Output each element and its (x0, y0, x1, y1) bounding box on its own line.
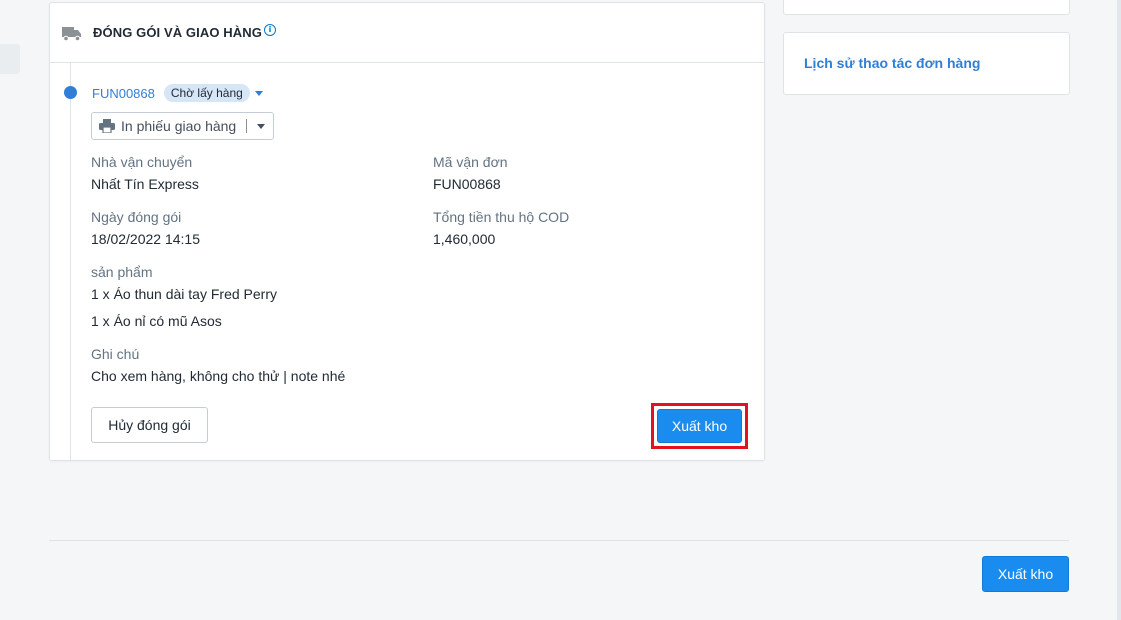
footer-divider (49, 540, 1069, 541)
footer-export-warehouse-button[interactable]: Xuất kho (982, 556, 1069, 592)
print-button-separator (246, 119, 248, 133)
left-edge-tab (0, 44, 20, 74)
cod-value: 1,460,000 (433, 231, 496, 247)
cancel-packing-button[interactable]: Hủy đóng gói (91, 407, 208, 443)
packed-date-field: Ngày đóng gói 18/02/2022 14:15 (91, 208, 200, 248)
cod-label: Tổng tiền thu hộ COD (433, 209, 570, 225)
print-dropdown-caret-icon[interactable] (257, 123, 266, 129)
cod-field: Tổng tiền thu hộ COD 1,460,000 (433, 208, 569, 248)
print-button-label: In phiếu giao hàng (121, 118, 237, 134)
fulfillment-header-row: FUN00868 Chờ lấy hàng (92, 83, 263, 103)
note-label: Ghi chú (91, 346, 140, 362)
tracking-label: Mã vận đơn (433, 154, 508, 170)
print-shipping-slip-button[interactable]: In phiếu giao hàng (91, 112, 274, 140)
product-line-item: 1 x Áo thun dài tay Fred Perry (91, 286, 277, 302)
carrier-value: Nhất Tín Express (91, 176, 199, 192)
printer-icon (99, 119, 115, 134)
packed-date-label: Ngày đóng gói (91, 209, 182, 225)
truck-icon (61, 24, 83, 42)
export-warehouse-button[interactable]: Xuất kho (657, 409, 742, 443)
info-icon[interactable]: i (263, 23, 276, 36)
carrier-field: Nhà vận chuyển Nhất Tín Express (91, 153, 199, 193)
packed-date-value: 18/02/2022 14:15 (91, 231, 200, 247)
timeline-dot (64, 86, 77, 99)
fulfillment-card: ĐÓNG GÓI VÀ GIAO HÀNG i FUN00868 Chờ lấy… (49, 2, 765, 461)
products-field: sản phẩm 1 x Áo thun dài tay Fred Perry … (91, 263, 277, 330)
order-history-link[interactable]: Lịch sử thao tác đơn hàng (804, 55, 980, 71)
tracking-field: Mã vận đơn FUN00868 (433, 153, 508, 193)
status-badge: Chờ lấy hàng (163, 84, 250, 102)
right-top-card (783, 0, 1070, 15)
caret-down-icon[interactable] (254, 90, 263, 96)
fulfillment-code-link[interactable]: FUN00868 (92, 86, 155, 101)
order-history-card: Lịch sử thao tác đơn hàng (783, 32, 1070, 95)
products-label: sản phẩm (91, 264, 153, 280)
card-header: ĐÓNG GÓI VÀ GIAO HÀNG i (50, 3, 764, 63)
timeline-line (70, 63, 71, 460)
scrollbar-track[interactable] (1117, 0, 1121, 620)
note-value: Cho xem hàng, không cho thử | note nhé (91, 368, 346, 384)
carrier-label: Nhà vận chuyển (91, 154, 193, 170)
card-title: ĐÓNG GÓI VÀ GIAO HÀNG (93, 25, 262, 40)
note-field: Ghi chú Cho xem hàng, không cho thử | no… (91, 345, 345, 385)
tracking-value: FUN00868 (433, 176, 501, 192)
product-line-item: 1 x Áo nỉ có mũ Asos (91, 313, 222, 329)
